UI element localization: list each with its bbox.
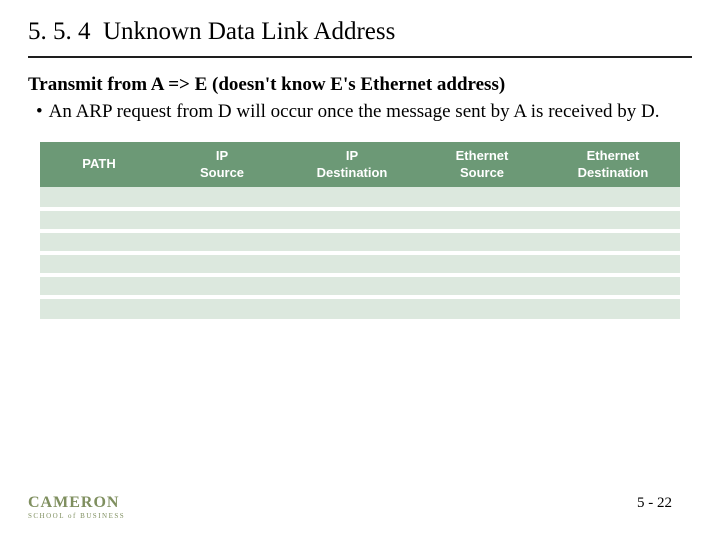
th-ip-source: IPSource xyxy=(158,142,286,187)
page-number: 5 - 22 xyxy=(637,495,672,512)
footer-logo: CAMERON SCHOOL of BUSINESS xyxy=(28,495,125,520)
routing-table: PATH IPSource IPDestination EthernetSour… xyxy=(40,142,680,319)
th-path: PATH xyxy=(40,142,158,187)
slide-title: 5. 5. 4 Unknown Data Link Address xyxy=(28,18,692,46)
logo-line1: CAMERON xyxy=(28,494,119,511)
table-row xyxy=(40,253,680,275)
title-divider xyxy=(28,56,692,58)
subtitle: Transmit from A => E (doesn't know E's E… xyxy=(28,74,692,96)
table-row xyxy=(40,231,680,253)
bullet-text: An ARP request from D will occur once th… xyxy=(49,101,660,122)
table-row xyxy=(40,209,680,231)
table-row xyxy=(40,297,680,319)
bullet-item: •An ARP request from D will occur once t… xyxy=(28,100,692,124)
logo-line2: SCHOOL of BUSINESS xyxy=(28,513,125,520)
bullet-marker: • xyxy=(36,101,49,122)
table-row xyxy=(40,187,680,209)
th-eth-source: EthernetSource xyxy=(418,142,546,187)
section-number: 5. 5. 4 xyxy=(28,18,91,45)
table-header-row: PATH IPSource IPDestination EthernetSour… xyxy=(40,142,680,187)
table-row xyxy=(40,275,680,297)
th-ip-destination: IPDestination xyxy=(286,142,418,187)
section-title-text: Unknown Data Link Address xyxy=(103,18,395,45)
th-eth-destination: EthernetDestination xyxy=(546,142,680,187)
